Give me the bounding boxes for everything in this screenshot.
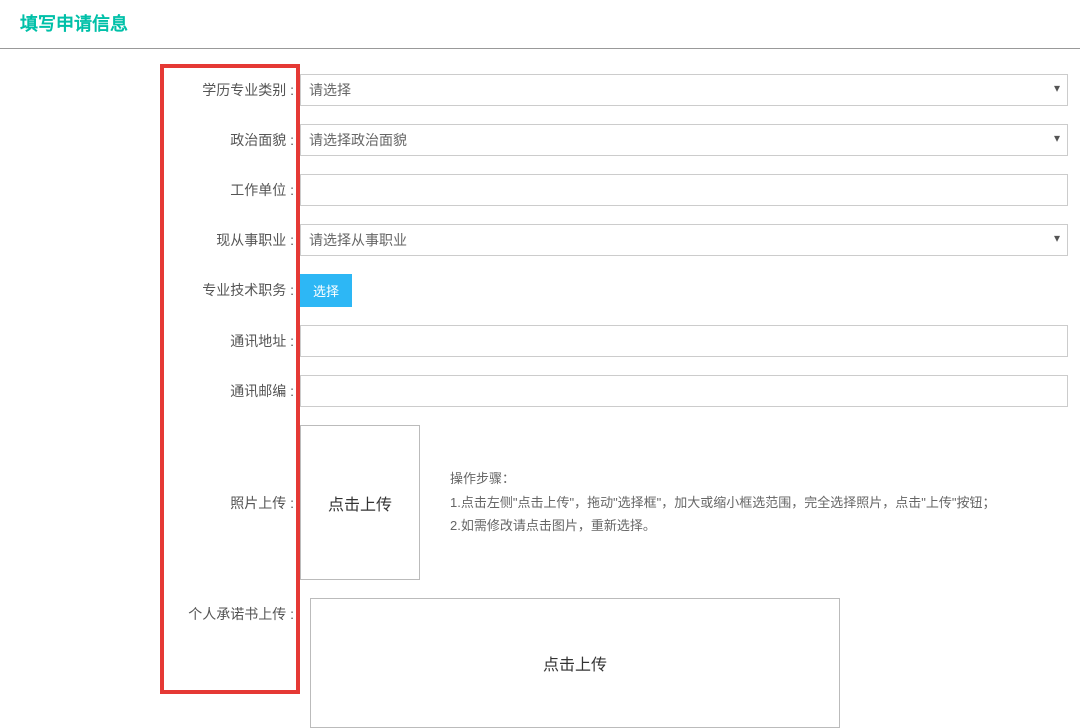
button-select-tech-title[interactable]: 选择	[300, 274, 352, 307]
label-work-unit: 工作单位 :	[160, 174, 300, 206]
label-postcode: 通讯邮编 :	[160, 375, 300, 407]
application-form: 学历专业类别 : 请选择 政治面貌 : 请选择政治面貌 工作单位 : 现从事职业…	[0, 74, 1080, 728]
row-postcode: 通讯邮编 :	[160, 375, 1068, 407]
hint-title: 操作步骤：	[450, 467, 996, 490]
input-work-unit[interactable]	[300, 174, 1068, 206]
select-political-status[interactable]: 请选择政治面貌	[300, 124, 1068, 156]
row-photo-upload: 照片上传 : 点击上传 操作步骤： 1.点击左侧"点击上传"，拖动"选择框"，加…	[160, 425, 1068, 580]
row-tech-title: 专业技术职务 : 选择	[160, 274, 1068, 307]
input-postcode[interactable]	[300, 375, 1068, 407]
row-commitment-upload: 个人承诺书上传 : 点击上传	[160, 598, 1068, 728]
label-edu-category: 学历专业类别 :	[160, 74, 300, 106]
label-address: 通讯地址 :	[160, 325, 300, 357]
label-photo-upload: 照片上传 :	[160, 425, 300, 580]
label-tech-title: 专业技术职务 :	[160, 274, 300, 306]
button-commitment-upload[interactable]: 点击上传	[310, 598, 840, 728]
row-address: 通讯地址 :	[160, 325, 1068, 357]
select-edu-category[interactable]: 请选择	[300, 74, 1068, 106]
row-political-status: 政治面貌 : 请选择政治面貌	[160, 124, 1068, 156]
row-edu-category: 学历专业类别 : 请选择	[160, 74, 1068, 106]
button-photo-upload[interactable]: 点击上传	[300, 425, 420, 580]
select-current-job[interactable]: 请选择从事职业	[300, 224, 1068, 256]
label-current-job: 现从事职业 :	[160, 224, 300, 256]
page-title: 填写申请信息	[0, 0, 1080, 48]
photo-upload-hint: 操作步骤： 1.点击左侧"点击上传"，拖动"选择框"，加大或缩小框选范围，完全选…	[450, 467, 996, 537]
row-work-unit: 工作单位 :	[160, 174, 1068, 206]
input-address[interactable]	[300, 325, 1068, 357]
label-commitment-upload: 个人承诺书上传 :	[160, 598, 300, 630]
row-current-job: 现从事职业 : 请选择从事职业	[160, 224, 1068, 256]
hint-line-2: 2.如需修改请点击图片，重新选择。	[450, 514, 996, 537]
label-political-status: 政治面貌 :	[160, 124, 300, 156]
divider	[0, 48, 1080, 49]
hint-line-1: 1.点击左侧"点击上传"，拖动"选择框"，加大或缩小框选范围，完全选择照片，点击…	[450, 491, 996, 514]
